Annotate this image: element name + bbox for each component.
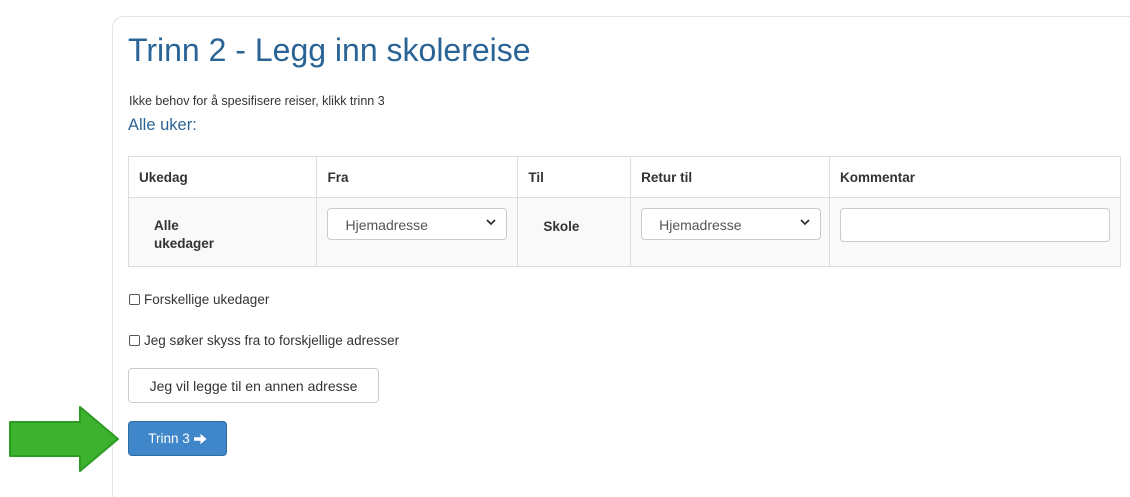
weekday-cell: Alle ukedager bbox=[127, 197, 318, 267]
different-weekdays-label: Forskellige ukedager bbox=[144, 292, 270, 307]
green-arrow-icon bbox=[9, 406, 119, 472]
different-weekdays-checkbox[interactable] bbox=[129, 294, 140, 305]
page-title: Trinn 2 - Legg inn skolereise bbox=[128, 32, 531, 68]
header-to: Til bbox=[517, 156, 632, 198]
different-weekdays-option[interactable]: Forskellige ukedager bbox=[129, 292, 269, 307]
to-cell: Skole bbox=[517, 197, 632, 267]
two-addresses-label: Jeg søker skyss fra to forskjellige adre… bbox=[144, 333, 400, 348]
two-addresses-option[interactable]: Jeg søker skyss fra to forskjellige adre… bbox=[129, 333, 399, 348]
from-select-value: Hjemadresse bbox=[345, 217, 428, 233]
from-select[interactable]: Hjemadresse bbox=[327, 208, 508, 240]
weekday-label-line2: ukedager bbox=[154, 236, 215, 251]
header-comment: Kommentar bbox=[829, 156, 1121, 198]
add-address-button[interactable]: Jeg vil legge til en annen adresse bbox=[128, 368, 379, 403]
header-from: Fra bbox=[316, 156, 519, 198]
weekday-label: Alle ukedager bbox=[129, 198, 234, 253]
header-weekday: Ukedag bbox=[127, 156, 318, 198]
all-weeks-heading: Alle uker: bbox=[128, 116, 197, 134]
to-value: Skole bbox=[543, 219, 580, 234]
comment-cell bbox=[829, 197, 1121, 267]
table-row: Alle ukedager Hjemadresse Skole Hjemadre… bbox=[127, 197, 1121, 267]
arrow-right-icon bbox=[193, 433, 207, 444]
weekday-label-line1: Alle bbox=[154, 218, 179, 233]
return-select[interactable]: Hjemadresse bbox=[641, 208, 822, 240]
from-cell: Hjemadresse bbox=[316, 197, 519, 267]
next-step-button-label: Trinn 3 bbox=[148, 431, 190, 446]
next-step-button[interactable]: Trinn 3 bbox=[128, 421, 227, 456]
skip-hint: Ikke behov for å spesifisere reiser, kli… bbox=[129, 94, 385, 108]
chevron-down-icon bbox=[800, 219, 810, 226]
table-header-row: Ukedag Fra Til Retur til Kommentar bbox=[127, 156, 1121, 198]
header-return: Retur til bbox=[630, 156, 831, 198]
return-select-value: Hjemadresse bbox=[659, 217, 742, 233]
two-addresses-checkbox[interactable] bbox=[129, 335, 140, 346]
chevron-down-icon bbox=[486, 219, 497, 226]
comment-input[interactable] bbox=[840, 208, 1111, 242]
trip-table: Ukedag Fra Til Retur til Kommentar Alle … bbox=[127, 156, 1121, 267]
add-address-button-label: Jeg vil legge til en annen adresse bbox=[149, 377, 358, 394]
return-cell: Hjemadresse bbox=[630, 197, 831, 267]
